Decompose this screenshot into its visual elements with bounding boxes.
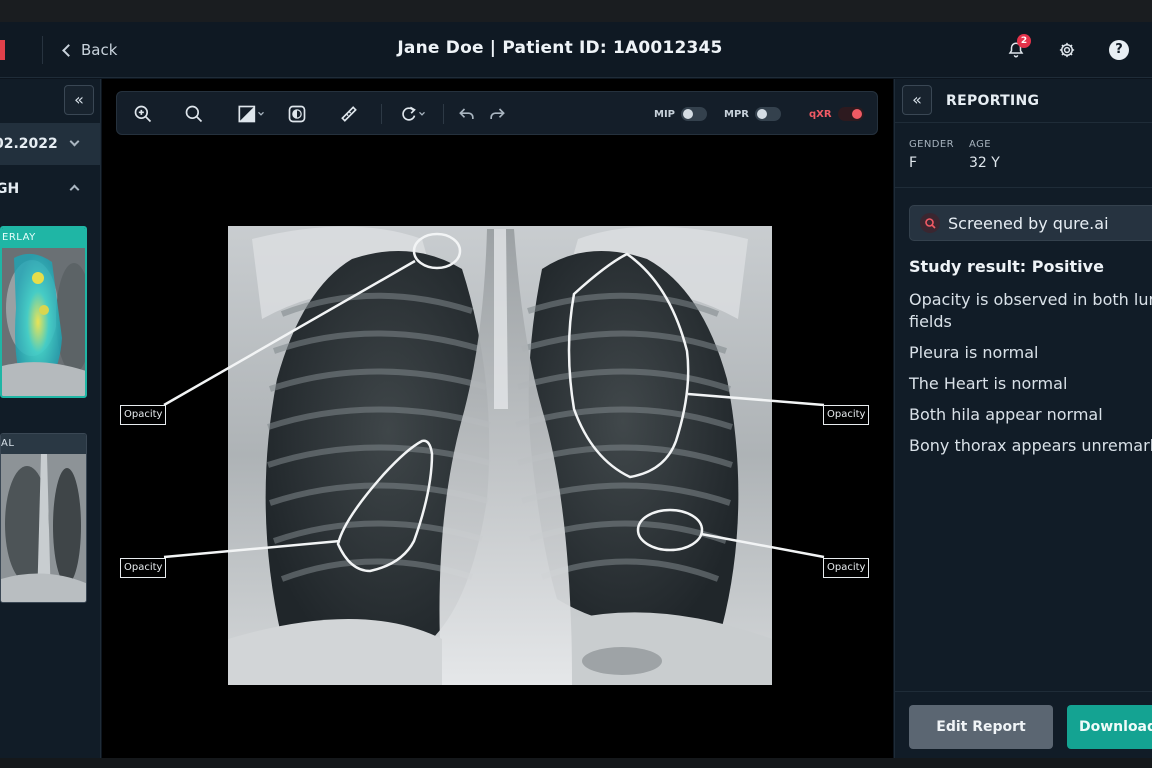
topbar-divider	[42, 36, 43, 64]
thumbnail-label: ERLAY	[2, 228, 85, 248]
heatmap-thumbnail-image	[2, 248, 85, 396]
image-viewer[interactable]: MIP MPR qXR Opacity Opacity Opacity Opac…	[102, 79, 893, 758]
help-icon: ?	[1109, 40, 1129, 60]
panel-divider	[895, 187, 1152, 188]
chevron-left-icon	[62, 43, 75, 57]
study-date: 02.2022	[0, 136, 58, 152]
opacity-label: Opacity	[120, 558, 167, 578]
finding-item: Opacity is observed in both lung fields	[909, 290, 1152, 331]
chest-xray-image	[163, 226, 825, 685]
help-button[interactable]: ?	[1105, 36, 1133, 64]
screened-by-text: Screened by qure.ai	[948, 213, 1109, 233]
finding-item: Pleura is normal	[909, 343, 1039, 362]
finding-item: Both hila appear normal	[909, 405, 1103, 424]
study-date-row[interactable]: 02.2022	[0, 123, 100, 165]
study-result: Study result: Positive	[909, 257, 1104, 276]
gender-value: F	[909, 155, 918, 171]
edit-report-button[interactable]: Edit Report	[909, 705, 1053, 749]
footer-divider	[895, 691, 1152, 692]
settings-button[interactable]	[1053, 36, 1081, 64]
gear-icon	[1059, 42, 1075, 58]
chevron-up-icon	[69, 184, 80, 195]
notification-badge: 2	[1017, 34, 1031, 48]
study-browser-panel: « 02.2022 GH ERLAY AL	[0, 79, 101, 758]
age-label: AGE	[969, 139, 991, 150]
chevron-down-icon	[69, 136, 80, 147]
opacity-label: Opacity	[120, 405, 167, 425]
findings-list: Study result: Positive Opacity is observ…	[909, 257, 1152, 466]
finding-item: The Heart is normal	[909, 374, 1068, 393]
reporting-header: « REPORTING	[895, 79, 1152, 123]
qure-logo-icon	[920, 213, 940, 233]
screen-bezel-bottom	[0, 758, 1152, 768]
series-name: GH	[0, 181, 20, 197]
notifications-button[interactable]: 2	[1002, 34, 1031, 64]
thumbnail-overlay[interactable]: ERLAY	[0, 226, 87, 398]
series-row[interactable]: GH	[0, 171, 100, 207]
reporting-panel: « REPORTING GENDER F AGE 32 Y Screened b…	[894, 79, 1152, 758]
age-field: AGE 32 Y	[969, 139, 1000, 171]
back-label: Back	[81, 41, 118, 59]
thumbnail-label: AL	[1, 434, 86, 454]
gender-label: GENDER	[909, 139, 954, 150]
age-value: 32 Y	[969, 155, 1000, 171]
opacity-label: Opacity	[823, 405, 870, 425]
thumbnail-original[interactable]: AL	[0, 433, 87, 603]
xray-thumbnail-image	[1, 454, 86, 602]
opacity-label: Opacity	[823, 558, 870, 578]
collapse-left-panel-button[interactable]: «	[64, 85, 94, 115]
header-actions: 2 ?	[1002, 34, 1152, 64]
top-bar: Back Jane Doe | Patient ID: 1A0012345 2 …	[0, 22, 1152, 78]
download-button[interactable]: Download	[1067, 705, 1152, 749]
back-button[interactable]: Back	[60, 38, 117, 62]
collapse-report-panel-button[interactable]: «	[902, 85, 932, 115]
screened-by-banner: Screened by qure.ai	[909, 205, 1152, 241]
gender-field: GENDER F	[909, 139, 954, 171]
finding-item: Bony thorax appears unremarkable	[909, 436, 1152, 455]
reporting-title: REPORTING	[946, 93, 1040, 109]
app-logo	[0, 40, 5, 60]
page-title: Jane Doe | Patient ID: 1A0012345	[397, 38, 723, 58]
screen-bezel-top	[0, 0, 1152, 22]
